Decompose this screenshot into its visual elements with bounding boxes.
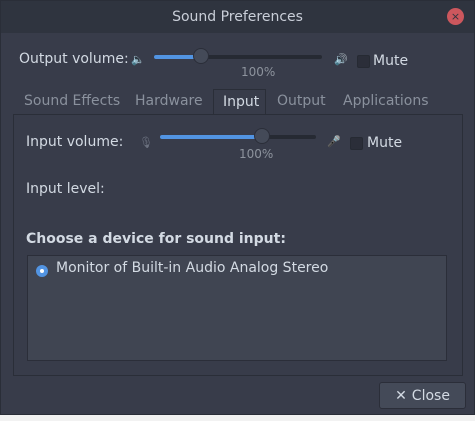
input-volume-percent: 100% bbox=[239, 147, 274, 161]
window-close-icon[interactable]: × bbox=[447, 8, 464, 25]
window-title: Sound Preferences bbox=[172, 9, 303, 25]
output-volume-label: Output volume: bbox=[19, 51, 129, 67]
close-button[interactable]: ✕ Close bbox=[379, 382, 466, 409]
input-tab-panel: Input volume: 🎙 🎤 100% Mute Input level:… bbox=[13, 114, 463, 376]
mic-icon: 🎤 bbox=[327, 135, 341, 148]
input-mute-checkbox[interactable] bbox=[350, 137, 363, 150]
input-volume-label: Input volume: bbox=[26, 134, 124, 150]
close-button-label: Close bbox=[411, 387, 450, 404]
tab-sound-effects[interactable]: Sound Effects bbox=[24, 89, 120, 114]
tab-hardware[interactable]: Hardware bbox=[135, 89, 203, 114]
mic-muted-icon: 🎙 bbox=[139, 136, 153, 149]
tab-output[interactable]: Output bbox=[277, 89, 326, 114]
output-volume-slider[interactable] bbox=[154, 48, 322, 64]
output-mute-label[interactable]: Mute bbox=[373, 53, 408, 69]
input-mute-label[interactable]: Mute bbox=[367, 135, 402, 151]
tab-applications[interactable]: Applications bbox=[343, 89, 429, 114]
device-radio-selected[interactable] bbox=[36, 265, 48, 277]
tab-input[interactable]: Input bbox=[213, 89, 266, 115]
titlebar: Sound Preferences × bbox=[1, 1, 474, 33]
speaker-low-icon: 🔈 bbox=[131, 53, 145, 66]
output-volume-percent: 100% bbox=[241, 65, 276, 79]
tab-bar: Sound Effects Hardware Input Output Appl… bbox=[13, 89, 463, 115]
input-volume-knob[interactable] bbox=[254, 128, 270, 144]
close-icon: ✕ bbox=[395, 387, 407, 404]
output-mute-checkbox[interactable] bbox=[357, 55, 370, 68]
input-level-label: Input level: bbox=[26, 181, 105, 197]
speaker-high-icon: 🔊 bbox=[334, 53, 348, 66]
input-volume-fill bbox=[160, 135, 264, 139]
device-label: Monitor of Built-in Audio Analog Stereo bbox=[56, 260, 329, 276]
sound-preferences-window: Sound Preferences × Output volume: 🔈 🔊 1… bbox=[0, 0, 475, 415]
device-heading: Choose a device for sound input: bbox=[26, 231, 286, 247]
input-volume-slider[interactable] bbox=[160, 128, 316, 144]
output-volume-knob[interactable] bbox=[193, 48, 209, 64]
device-list[interactable]: Monitor of Built-in Audio Analog Stereo bbox=[27, 255, 447, 361]
